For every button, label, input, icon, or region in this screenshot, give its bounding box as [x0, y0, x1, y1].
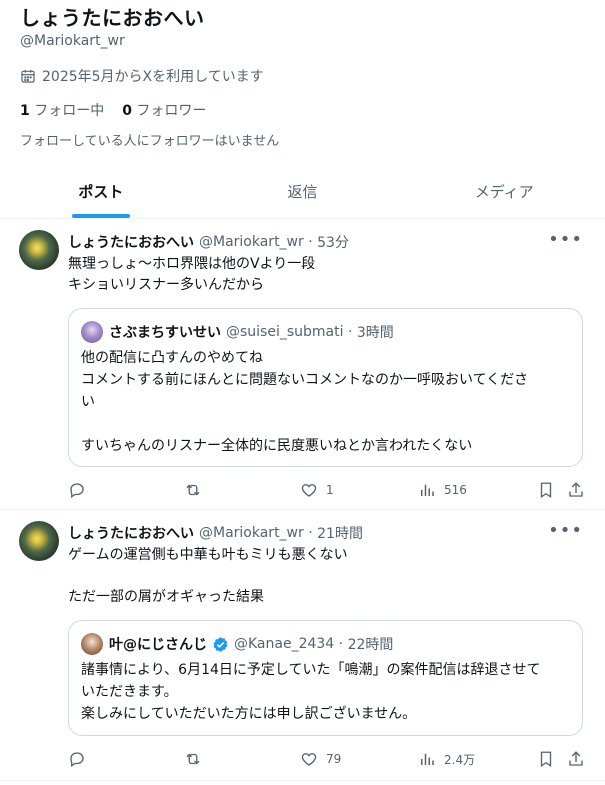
- repost-button[interactable]: [184, 481, 210, 499]
- quote-display-name: 叶@にじさんじ: [109, 637, 207, 653]
- share-icon: [569, 751, 583, 766]
- following-link[interactable]: 1 フォロー中: [20, 103, 104, 119]
- avatar[interactable]: [19, 521, 59, 561]
- tweet[interactable]: しょうたにおおへい @Mariokart_wr · 53分 ••• 無理っしょ〜…: [0, 219, 605, 510]
- quote-time: 3時間: [356, 325, 394, 341]
- tab-replies[interactable]: 返信: [202, 170, 404, 218]
- views-icon: [421, 484, 434, 496]
- reply-button[interactable]: [68, 481, 94, 499]
- views-button[interactable]: 516: [418, 481, 467, 499]
- bookmark-icon: [540, 482, 552, 499]
- bookmark-button[interactable]: [537, 481, 555, 499]
- tweet-handle[interactable]: @Mariokart_wr: [199, 525, 304, 541]
- more-options-icon[interactable]: •••: [548, 229, 583, 250]
- quote-display-name: さぶまちすいせい: [109, 325, 221, 341]
- profile-tabs: ポスト 返信 メディア: [0, 170, 605, 219]
- tweet-display-name[interactable]: しょうたにおおへい: [68, 523, 194, 543]
- quote-text: 諸事情により、6月14日に予定していた「鳴潮」の案件配信は辞退させて いただきま…: [81, 662, 541, 722]
- repost-button[interactable]: [184, 750, 210, 768]
- followers-link[interactable]: 0 フォロワー: [122, 103, 206, 119]
- reply-icon: [70, 752, 84, 768]
- heart-icon: [301, 484, 317, 497]
- joined-date: 2025年5月からXを利用しています: [20, 66, 264, 86]
- following-count: 1: [20, 103, 30, 119]
- reply-icon: [70, 483, 84, 499]
- views-button[interactable]: 2.4万: [418, 750, 475, 768]
- tweet-text: 無理っしょ〜ホロ界隈は他のVより一段 キショいリスナー多いんだから: [68, 256, 316, 293]
- followers-count: 0: [122, 103, 132, 119]
- tweet-header: しょうたにおおへい @Mariokart_wr · 53分: [68, 232, 349, 252]
- tweet-display-name[interactable]: しょうたにおおへい: [68, 232, 194, 252]
- views-icon: [421, 753, 434, 765]
- no-followers-note: フォローしている人にフォロワーはいません: [20, 134, 280, 149]
- tweet-header: しょうたにおおへい @Mariokart_wr · 21時間: [68, 523, 363, 543]
- tab-posts[interactable]: ポスト: [0, 170, 202, 218]
- profile-name: しょうたにおおへい: [20, 6, 205, 30]
- tweet-time[interactable]: 21時間: [317, 523, 363, 543]
- quote-avatar: [81, 321, 103, 343]
- calendar-icon: [21, 70, 35, 83]
- bookmark-button[interactable]: [537, 750, 555, 768]
- repost-icon: [186, 484, 200, 496]
- tweet-actions: 1 516: [68, 481, 586, 501]
- quoted-tweet[interactable]: さぶまちすいせい @suisei_submati · 3時間 他の配信に凸すんの…: [68, 308, 583, 467]
- avatar[interactable]: [19, 230, 59, 270]
- more-options-icon[interactable]: •••: [548, 520, 583, 541]
- quote-handle: @suisei_submati: [226, 324, 344, 340]
- quote-text: 他の配信に凸すんのやめてね コメントする前にほんとに問題ないコメントなのか一呼吸…: [81, 350, 529, 454]
- profile-header: しょうたにおおへい @Mariokart_wr 2025年5月からXを利用してい…: [0, 0, 605, 219]
- tweet-handle[interactable]: @Mariokart_wr: [199, 234, 304, 250]
- quote-avatar: [81, 633, 103, 655]
- heart-icon: [301, 753, 317, 766]
- quoted-tweet[interactable]: 叶@にじさんじ @Kanae_2434 · 22時間 諸事情により、6月14日に…: [68, 620, 583, 736]
- tweet-time[interactable]: 53分: [317, 232, 349, 252]
- joined-text: 2025年5月からXを利用しています: [42, 69, 264, 85]
- tweet[interactable]: しょうたにおおへい @Mariokart_wr · 21時間 ••• ゲームの運…: [0, 510, 605, 781]
- quote-header: さぶまちすいせい @suisei_submati · 3時間: [81, 321, 394, 343]
- verified-badge-icon: [213, 636, 228, 652]
- like-count: 1: [326, 483, 334, 497]
- like-count: 79: [326, 752, 342, 766]
- like-button[interactable]: 1: [300, 481, 334, 499]
- share-button[interactable]: [567, 750, 585, 768]
- share-icon: [569, 482, 583, 497]
- quote-separator: ·: [343, 324, 357, 340]
- views-count: 516: [444, 483, 467, 497]
- followers-label: フォロワー: [136, 103, 207, 119]
- tab-media[interactable]: メディア: [403, 170, 605, 218]
- like-button[interactable]: 79: [300, 750, 341, 768]
- quote-time: 22時間: [347, 637, 394, 653]
- quote-handle: @Kanae_2434: [234, 636, 335, 652]
- tweet-text: ゲームの運営側も中華も叶もミリも悪くない ただ一部の屑がオギャった結果: [68, 547, 348, 605]
- quote-header: 叶@にじさんじ @Kanae_2434 · 22時間: [81, 633, 393, 655]
- bookmark-icon: [540, 751, 552, 768]
- follow-stats: 1 フォロー中 0 フォロワー: [20, 100, 206, 120]
- reply-button[interactable]: [68, 750, 94, 768]
- tweet-separator: ·: [303, 234, 318, 250]
- tweet-separator: ·: [303, 525, 318, 541]
- share-button[interactable]: [567, 481, 585, 499]
- views-count: 2.4万: [444, 752, 476, 767]
- following-label: フォロー中: [34, 103, 105, 119]
- repost-icon: [186, 753, 200, 765]
- tweet-actions: 79 2.4万: [68, 750, 586, 770]
- quote-separator: ·: [334, 636, 348, 652]
- profile-handle: @Mariokart_wr: [20, 33, 125, 49]
